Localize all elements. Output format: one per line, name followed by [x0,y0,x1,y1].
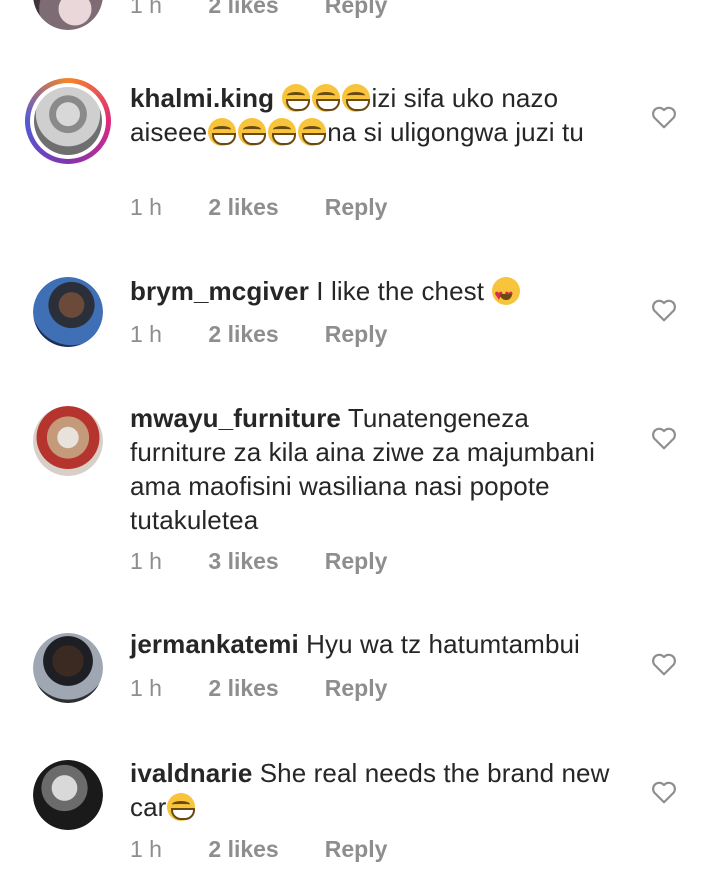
comment-username[interactable]: khalmi.king [130,83,274,113]
comment-meta: 1 h 2 likes Reply [130,0,387,19]
comment-meta: 1 h 2 likes Reply [130,836,387,863]
comment-likes[interactable]: 2 likes [208,836,318,863]
comment-time: 1 h [130,548,162,574]
comment-body: na si uligongwa juzi tu [327,117,584,147]
grinning-squinting-face-icon [342,84,371,112]
heart-outline-icon[interactable] [651,298,677,322]
grinning-squinting-face-icon [282,84,311,112]
grinning-squinting-face-icon [208,118,237,146]
comment-text: ivaldnarie She real needs the brand new … [130,756,610,824]
avatar[interactable] [33,406,103,476]
avatar[interactable] [33,760,103,830]
comment-text: jermankatemi Hyu wa tz hatumtambui [130,627,610,661]
reply-button[interactable]: Reply [325,836,388,863]
grinning-squinting-face-icon [268,118,297,146]
comment-meta: 1 h 2 likes Reply [130,194,387,221]
comment-likes[interactable]: 2 likes [208,0,318,19]
grinning-squinting-face-icon [298,118,327,146]
avatar[interactable] [25,78,111,164]
comment-time: 1 h [130,836,162,862]
comment-text: khalmi.king izi sifa uko nazo aiseee na s… [130,81,610,149]
reply-button[interactable]: Reply [325,0,388,19]
reply-button[interactable]: Reply [325,548,388,575]
comment-likes[interactable]: 3 likes [208,548,318,575]
comment-time: 1 h [130,321,162,347]
comment-likes[interactable]: 2 likes [208,321,318,348]
grinning-squinting-face-icon [312,84,341,112]
comment-username[interactable]: ivaldnarie [130,758,252,788]
avatar[interactable] [33,0,103,30]
comment-username[interactable]: mwayu_furniture [130,403,341,433]
grinning-squinting-face-icon [167,793,196,821]
comment-likes[interactable]: 2 likes [208,194,318,221]
comment-meta: 1 h 2 likes Reply [130,675,387,702]
heart-outline-icon[interactable] [651,652,677,676]
grinning-squinting-face-icon [238,118,267,146]
comment-meta: 1 h 3 likes Reply [130,548,387,575]
comment-text: mwayu_furniture Tunatengeneza furniture … [130,401,610,537]
avatar[interactable] [33,277,103,347]
comment-time: 1 h [130,0,162,18]
reply-button[interactable]: Reply [325,194,388,221]
reply-button[interactable]: Reply [325,675,388,702]
comment-time: 1 h [130,675,162,701]
comment-username[interactable]: jermankatemi [130,629,299,659]
heart-outline-icon[interactable] [651,426,677,450]
comment-body: Hyu wa tz hatumtambui [306,629,580,659]
comment-time: 1 h [130,194,162,220]
comment-meta: 1 h 2 likes Reply [130,321,387,348]
smiling-face-with-heart-eyes-icon [492,277,521,313]
comment-likes[interactable]: 2 likes [208,675,318,702]
avatar[interactable] [33,633,103,703]
reply-button[interactable]: Reply [325,321,388,348]
heart-outline-icon[interactable] [651,105,677,129]
comment-body: I like the chest [316,276,485,306]
comment-text: brym_mcgiver I like the chest [130,274,610,313]
heart-outline-icon[interactable] [651,780,677,804]
comment-username[interactable]: brym_mcgiver [130,276,309,306]
